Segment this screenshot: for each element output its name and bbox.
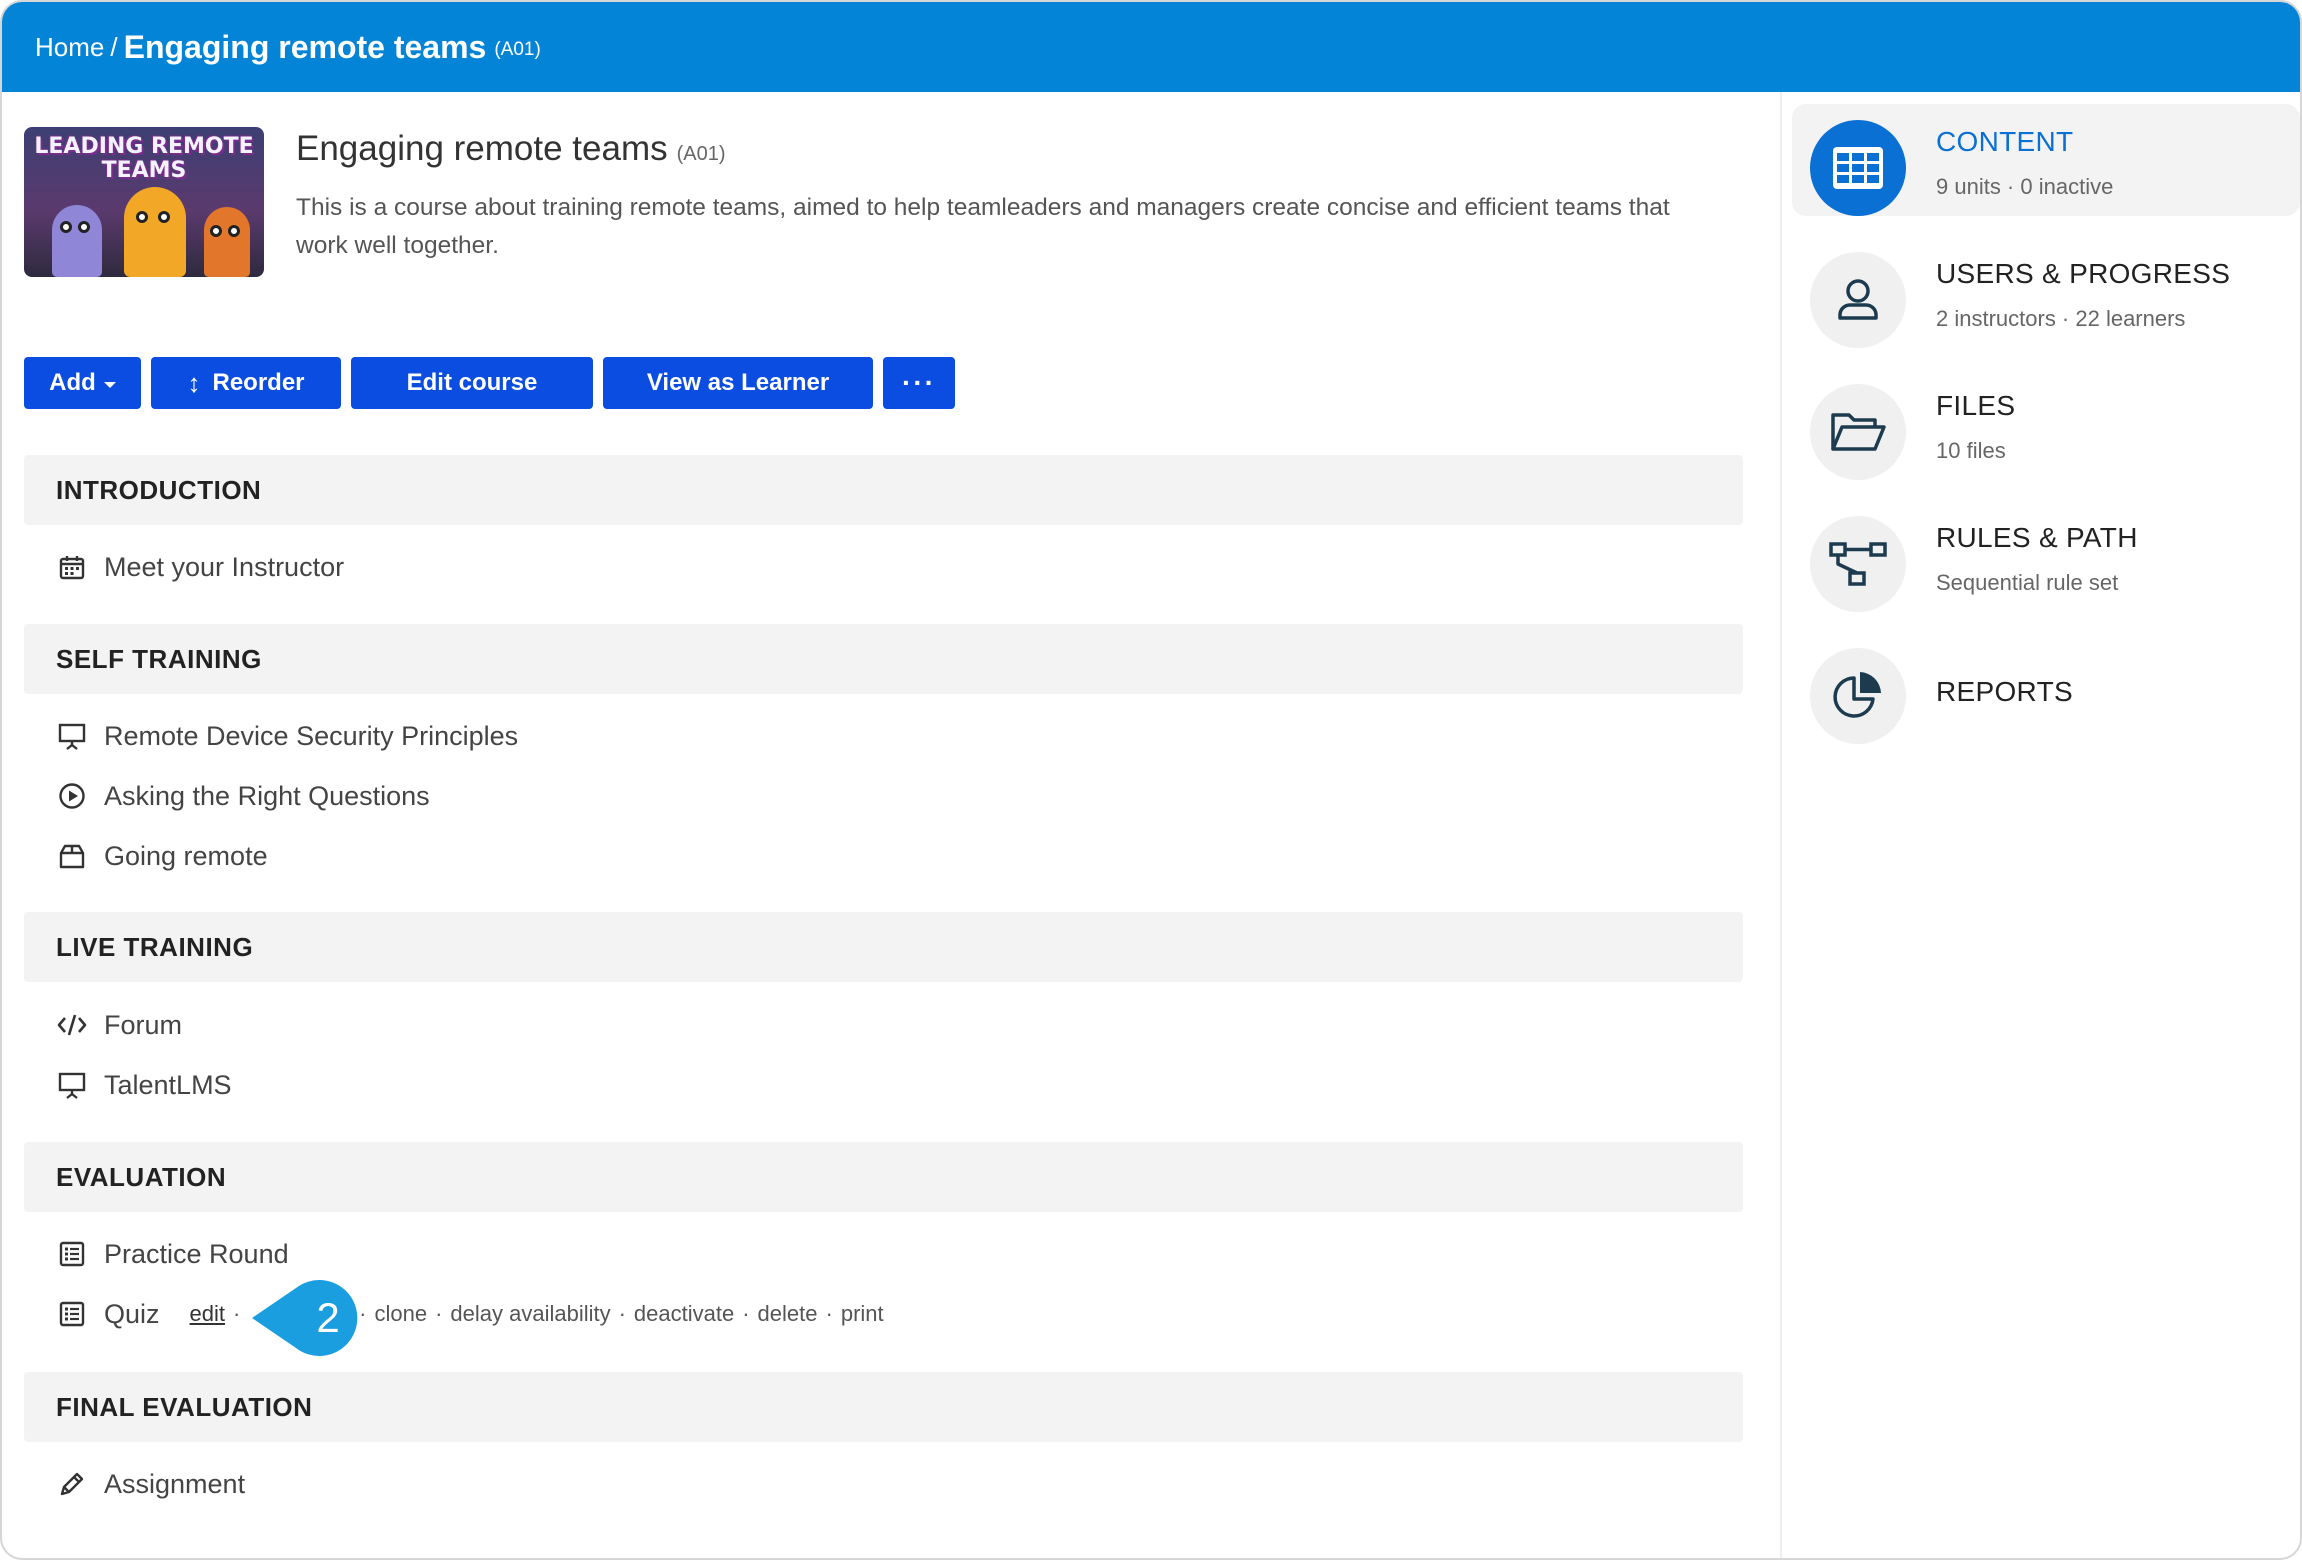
- quiz-delete-link[interactable]: delete: [758, 1301, 818, 1327]
- flow-path-icon: [1810, 516, 1906, 612]
- package-icon: [56, 840, 88, 872]
- sidebar-item-title: CONTENT: [1936, 126, 2074, 157]
- app-window: Home / Engaging remote teams (A01) LEADI…: [0, 0, 2302, 1560]
- action-separator: ·: [435, 1301, 443, 1326]
- step-callout-number: 2: [316, 1294, 340, 1341]
- sidebar-item-subtitle: Sequential rule set: [1936, 570, 2119, 595]
- add-button[interactable]: Add: [24, 357, 141, 409]
- code-icon: [56, 1009, 88, 1041]
- quiz-print-link[interactable]: print: [841, 1301, 884, 1327]
- sidebar-item-files[interactable]: FILES 10 files: [1792, 368, 2300, 480]
- unit-item-asking-the-right-questions[interactable]: Asking the Right Questions: [56, 776, 430, 816]
- vertical-arrows-icon: ↕: [187, 367, 201, 398]
- unit-label: Forum: [104, 1009, 183, 1040]
- add-button-label: Add: [49, 369, 96, 396]
- user-icon: [1810, 252, 1906, 348]
- sidebar-item-title: FILES: [1936, 390, 2016, 421]
- unit-label: TalentLMS: [104, 1069, 232, 1100]
- sidebar-item-reports[interactable]: REPORTS: [1792, 632, 2300, 744]
- breadcrumb: Home / Engaging remote teams (A01): [2, 2, 2300, 92]
- pie-chart-icon: [1810, 648, 1906, 744]
- step-callout: 2: [252, 1280, 364, 1356]
- unit-item-meet-your-instructor[interactable]: Meet your Instructor: [56, 547, 344, 587]
- section-header-final-evaluation: FINAL EVALUATION: [24, 1372, 1743, 1442]
- sidebar-item-subtitle: 10 files: [1936, 438, 2006, 463]
- section-title: INTRODUCTION: [56, 474, 262, 505]
- course-sidebar: CONTENT 9 units · 0 inactive USERS & PRO…: [1780, 92, 2300, 1558]
- unit-item-forum[interactable]: Forum: [56, 1005, 182, 1045]
- unit-item-going-remote[interactable]: Going remote: [56, 836, 268, 876]
- quiz-clone-link[interactable]: clone: [374, 1301, 427, 1327]
- section-header-self-training: SELF TRAINING: [24, 624, 1743, 694]
- breadcrumb-separator: /: [110, 31, 118, 62]
- section-title: LIVE TRAINING: [56, 931, 254, 962]
- unit-item-remote-device-security[interactable]: Remote Device Security Principles: [56, 716, 518, 756]
- sidebar-item-title: RULES & PATH: [1936, 522, 2138, 553]
- section-header-introduction: INTRODUCTION: [24, 455, 1743, 525]
- reorder-button[interactable]: ↕ Reorder: [151, 357, 341, 409]
- presentation-icon: [56, 1069, 88, 1101]
- unit-label: Going remote: [104, 840, 268, 871]
- action-separator: ·: [825, 1301, 833, 1326]
- edit-course-button[interactable]: Edit course: [351, 357, 593, 409]
- breadcrumb-home-link[interactable]: Home: [35, 32, 104, 63]
- unit-label: Asking the Right Questions: [104, 780, 430, 811]
- section-title: SELF TRAINING: [56, 643, 262, 674]
- course-code: (A01): [676, 143, 726, 165]
- thumbnail-character: [124, 187, 186, 277]
- checklist-icon: [56, 1238, 88, 1270]
- grid-table-icon: [1810, 120, 1906, 216]
- unit-label: Assignment: [104, 1468, 246, 1499]
- unit-label: Remote Device Security Principles: [104, 720, 519, 751]
- sidebar-item-subtitle: 9 units · 0 inactive: [1936, 174, 2114, 199]
- course-title-row: Engaging remote teams (A01): [296, 129, 726, 169]
- main-content: LEADING REMOTE TEAMS Engaging remote tea…: [2, 92, 1780, 1558]
- section-title: FINAL EVALUATION: [56, 1391, 313, 1422]
- course-header: LEADING REMOTE TEAMS Engaging remote tea…: [24, 127, 1764, 277]
- quiz-delay-availability-link[interactable]: delay availability: [450, 1301, 610, 1327]
- reorder-button-label: Reorder: [212, 369, 305, 396]
- action-separator: ·: [233, 1301, 241, 1326]
- unit-label: Quiz: [104, 1298, 160, 1329]
- sidebar-item-rules-path[interactable]: RULES & PATH Sequential rule set: [1792, 500, 2300, 612]
- thumbnail-character: [204, 207, 250, 277]
- caret-down-icon: [103, 382, 116, 388]
- unit-item-practice-round[interactable]: Practice Round: [56, 1234, 289, 1274]
- breadcrumb-current-course: Engaging remote teams: [123, 28, 487, 65]
- more-options-button[interactable]: ···: [883, 357, 955, 409]
- unit-label: Meet your Instructor: [104, 551, 345, 582]
- sidebar-item-title: REPORTS: [1936, 676, 2073, 707]
- calendar-icon: [56, 551, 88, 583]
- action-separator: ·: [742, 1301, 750, 1326]
- unit-label: Practice Round: [104, 1238, 289, 1269]
- course-thumbnail-text: LEADING REMOTE TEAMS: [34, 134, 254, 183]
- course-description: This is a course about training remote t…: [296, 194, 1670, 259]
- course-thumbnail: LEADING REMOTE TEAMS: [24, 127, 264, 277]
- section-header-evaluation: EVALUATION: [24, 1142, 1743, 1212]
- sidebar-item-content[interactable]: CONTENT 9 units · 0 inactive: [1792, 104, 2300, 216]
- sidebar-item-title: USERS & PROGRESS: [1936, 258, 2231, 289]
- unit-item-quiz[interactable]: Quiz edit · ame · clone · delay availabi…: [56, 1294, 884, 1334]
- section-title: EVALUATION: [56, 1161, 227, 1192]
- breadcrumb-course-code: (A01): [494, 39, 541, 60]
- view-as-learner-button[interactable]: View as Learner: [603, 357, 873, 409]
- section-header-live-training: LIVE TRAINING: [24, 912, 1743, 982]
- quiz-edit-link[interactable]: edit: [190, 1301, 225, 1327]
- course-toolbar: Add ↕ Reorder Edit course View as Learne…: [24, 357, 955, 409]
- presentation-icon: [56, 720, 88, 752]
- pencil-icon: [56, 1468, 88, 1500]
- thumbnail-character: [52, 205, 102, 277]
- unit-item-assignment[interactable]: Assignment: [56, 1464, 245, 1504]
- quiz-deactivate-link[interactable]: deactivate: [634, 1301, 734, 1327]
- folder-open-icon: [1810, 384, 1906, 480]
- sidebar-item-users-progress[interactable]: USERS & PROGRESS 2 instructors · 22 lear…: [1792, 236, 2300, 348]
- play-circle-icon: [56, 780, 88, 812]
- action-separator: ·: [618, 1301, 626, 1326]
- page-title: Engaging remote teams: [296, 129, 668, 168]
- unit-item-talentlms[interactable]: TalentLMS: [56, 1065, 232, 1105]
- sidebar-item-subtitle: 2 instructors · 22 learners: [1936, 306, 2186, 331]
- checklist-icon: [56, 1298, 88, 1330]
